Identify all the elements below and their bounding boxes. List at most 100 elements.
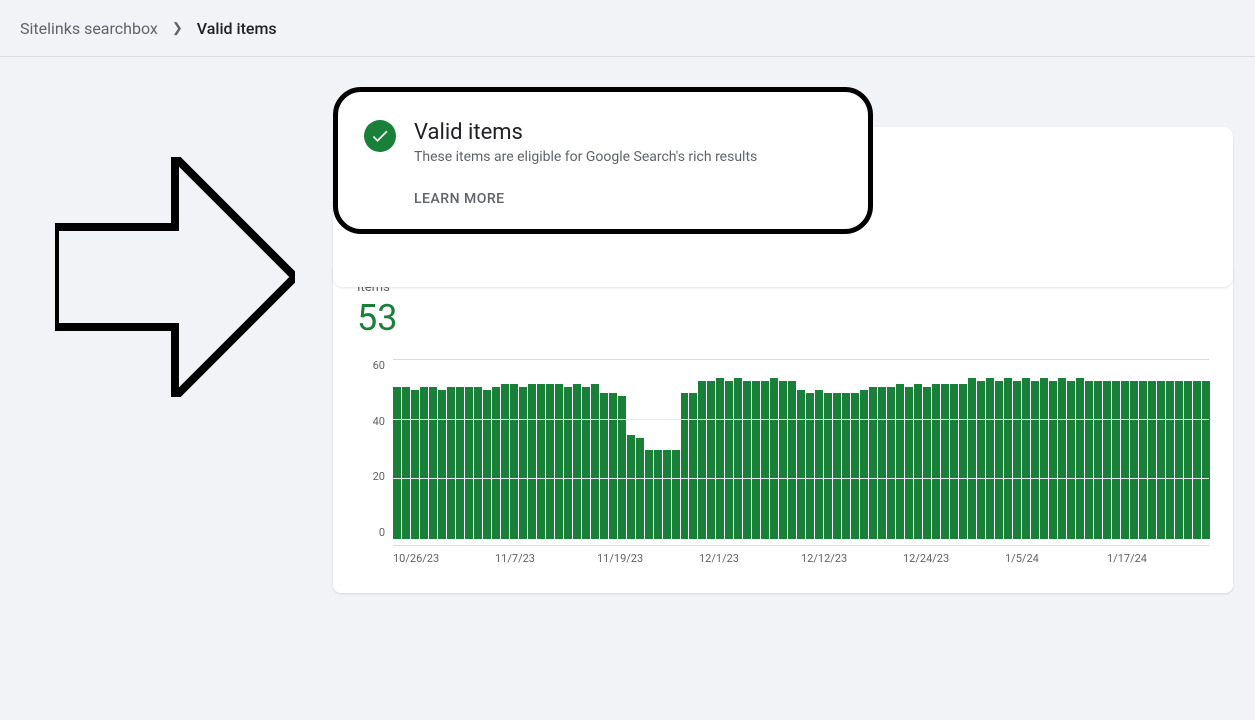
- chart-bar: [672, 450, 680, 540]
- chart-count: 53: [357, 297, 1209, 339]
- chart-bar: [734, 378, 742, 539]
- chart-bar: [429, 387, 437, 539]
- chart-bar: [393, 387, 401, 539]
- x-tick: 10/26/23: [393, 546, 495, 569]
- breadcrumb: Sitelinks searchbox ❯ Valid items: [0, 0, 1255, 57]
- chart-bar: [806, 393, 814, 539]
- chart-bar: [743, 381, 751, 539]
- chart-bar: [824, 393, 832, 539]
- valid-items-card: Valid items These items are eligible for…: [333, 87, 873, 234]
- chart-bar: [716, 378, 724, 539]
- chart-bar: [950, 384, 958, 539]
- chart-bar: [1157, 381, 1165, 539]
- valid-items-section: Valid items These items are eligible for…: [333, 87, 1233, 234]
- chart-bar: [1103, 381, 1111, 539]
- chart-bar: [1166, 381, 1174, 539]
- chart-bar: [627, 435, 635, 539]
- chart-bar: [788, 381, 796, 539]
- chart-bar: [555, 384, 563, 539]
- chart-bar: [797, 390, 805, 539]
- chart-bar: [519, 387, 527, 539]
- chart-bar: [618, 396, 626, 539]
- chart-bar: [707, 381, 715, 539]
- chart-bar: [959, 384, 967, 539]
- chart-plot: 6040200 10/26/2311/7/2311/19/2312/1/2312…: [357, 359, 1209, 569]
- content-area: Valid items These items are eligible for…: [0, 57, 1255, 623]
- x-tick: 1/17/24: [1107, 546, 1209, 569]
- chart-bar: [752, 381, 760, 539]
- chart-bar: [645, 450, 653, 540]
- y-tick: 40: [373, 415, 385, 428]
- chart-bar: [1058, 378, 1066, 539]
- chart-bar: [1112, 381, 1120, 539]
- chart-bar: [1202, 381, 1210, 539]
- chart-bar: [537, 384, 545, 539]
- chart-bar: [986, 378, 994, 539]
- chart-bar: [941, 384, 949, 539]
- chart-bar: [609, 393, 617, 539]
- chart-bar: [761, 381, 769, 539]
- chart-bar: [1040, 378, 1048, 539]
- valid-items-title: Valid items: [414, 120, 757, 145]
- chart-bar: [833, 393, 841, 539]
- chart-bar: [851, 393, 859, 539]
- chart-bar: [1031, 381, 1039, 539]
- chart-bar: [725, 381, 733, 539]
- chart-bar: [420, 387, 428, 539]
- chart-bar: [968, 378, 976, 539]
- chart-bar: [977, 381, 985, 539]
- chart-bar: [546, 384, 554, 539]
- chart-bar: [923, 387, 931, 539]
- chart-bar: [492, 387, 500, 539]
- x-tick: 12/1/23: [699, 546, 801, 569]
- checkmark-icon: [364, 120, 396, 152]
- chart-bar: [654, 450, 662, 540]
- chart-bar: [842, 393, 850, 539]
- chart-bar: [878, 387, 886, 539]
- y-tick: 60: [373, 359, 385, 372]
- chart-bar: [1022, 378, 1030, 539]
- chart-bar: [914, 384, 922, 539]
- breadcrumb-parent[interactable]: Sitelinks searchbox: [20, 19, 158, 38]
- arrow-annotation-icon: [55, 157, 295, 397]
- chart-bar: [770, 378, 778, 539]
- chart-bar: [582, 387, 590, 539]
- x-tick: 1/5/24: [1005, 546, 1107, 569]
- chart-bar: [1094, 381, 1102, 539]
- chart-bar: [1121, 381, 1129, 539]
- chart-bar: [1076, 378, 1084, 539]
- chart-bar: [438, 390, 446, 539]
- chart-bar: [1085, 381, 1093, 539]
- chart-bar: [995, 381, 1003, 539]
- chart-bar: [1148, 381, 1156, 539]
- chart-bar: [501, 384, 509, 539]
- chart-bar: [474, 387, 482, 539]
- chart-bar: [573, 384, 581, 539]
- chart-bar: [510, 384, 518, 539]
- chart-bar: [1130, 381, 1138, 539]
- chart-bar: [905, 387, 913, 539]
- chart-bar: [1013, 381, 1021, 539]
- x-tick: 12/12/23: [801, 546, 903, 569]
- chart-bar: [1193, 381, 1201, 539]
- x-tick: 12/24/23: [903, 546, 1005, 569]
- chart-bar: [1184, 381, 1192, 539]
- learn-more-button[interactable]: LEARN MORE: [414, 191, 505, 207]
- breadcrumb-current: Valid items: [197, 19, 277, 38]
- chart-bar: [1049, 381, 1057, 539]
- items-chart-card: Items 53 6040200 10/26/2311/7/2311/19/23…: [333, 262, 1233, 593]
- chart-bar: [815, 390, 823, 539]
- chart-bar: [591, 384, 599, 539]
- chart-bar: [528, 384, 536, 539]
- chart-bar: [456, 387, 464, 539]
- chart-bar: [896, 384, 904, 539]
- chart-bar: [681, 393, 689, 539]
- chart-bar: [1175, 381, 1183, 539]
- chart-bar: [465, 387, 473, 539]
- y-tick: 0: [379, 526, 385, 539]
- chart-bar: [402, 387, 410, 539]
- chart-bar: [663, 450, 671, 540]
- chart-bar: [869, 387, 877, 539]
- valid-items-subtitle: These items are eligible for Google Sear…: [414, 149, 757, 165]
- y-tick: 20: [373, 470, 385, 483]
